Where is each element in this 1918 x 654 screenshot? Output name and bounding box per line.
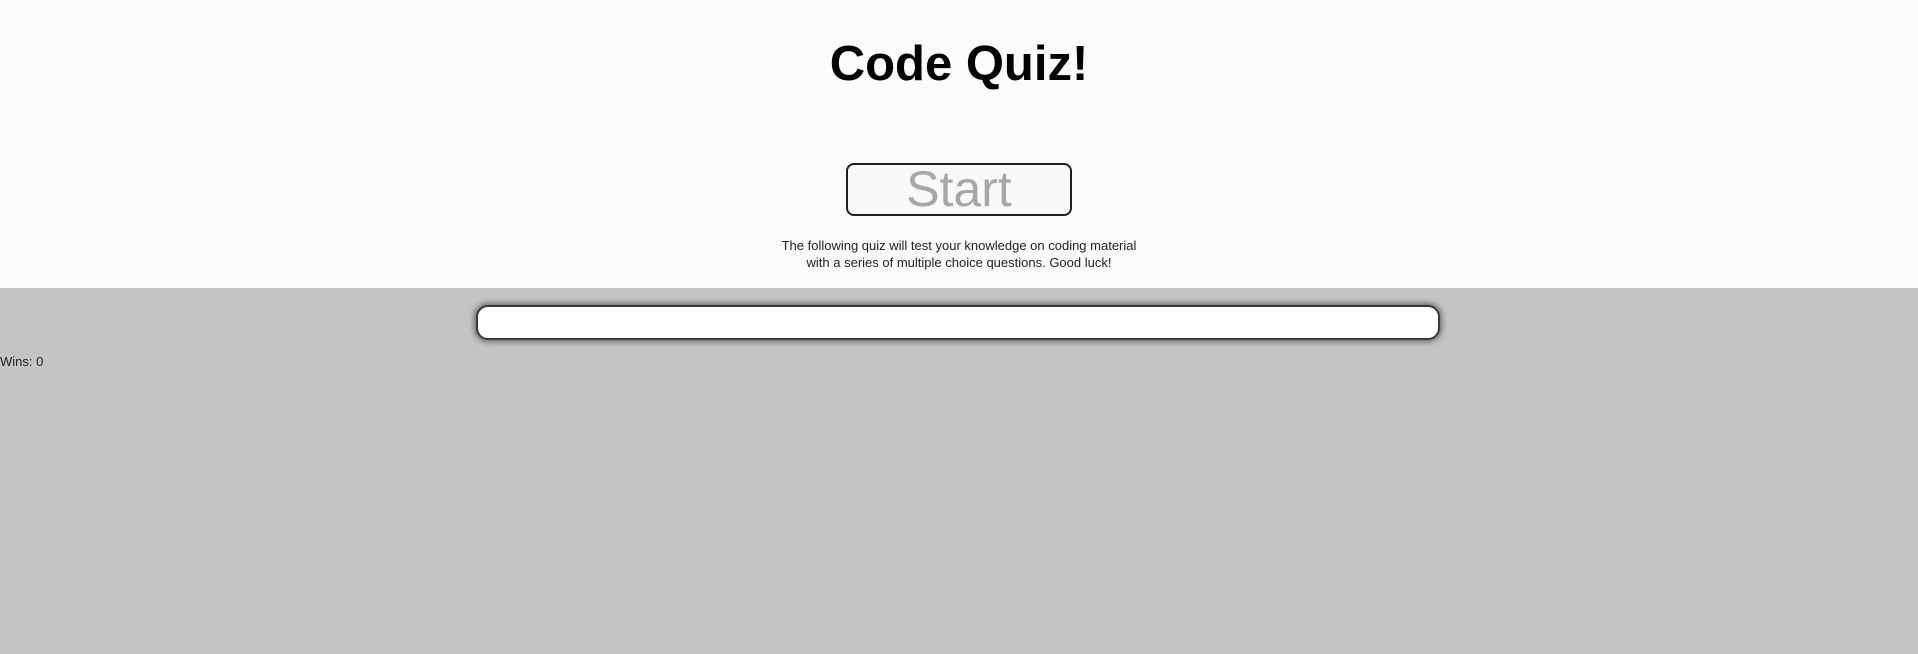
- quiz-description: The following quiz will test your knowle…: [0, 237, 1918, 271]
- header: Code Quiz! Start The following quiz will…: [0, 0, 1918, 288]
- quiz-area: [0, 288, 1918, 654]
- description-line-2: with a series of multiple choice questio…: [806, 255, 1112, 270]
- wins-counter: Wins: 0: [0, 354, 44, 369]
- page-title: Code Quiz!: [829, 37, 1089, 91]
- question-box: [476, 305, 1440, 340]
- start-button[interactable]: Start: [846, 163, 1072, 216]
- description-line-1: The following quiz will test your knowle…: [781, 238, 1137, 253]
